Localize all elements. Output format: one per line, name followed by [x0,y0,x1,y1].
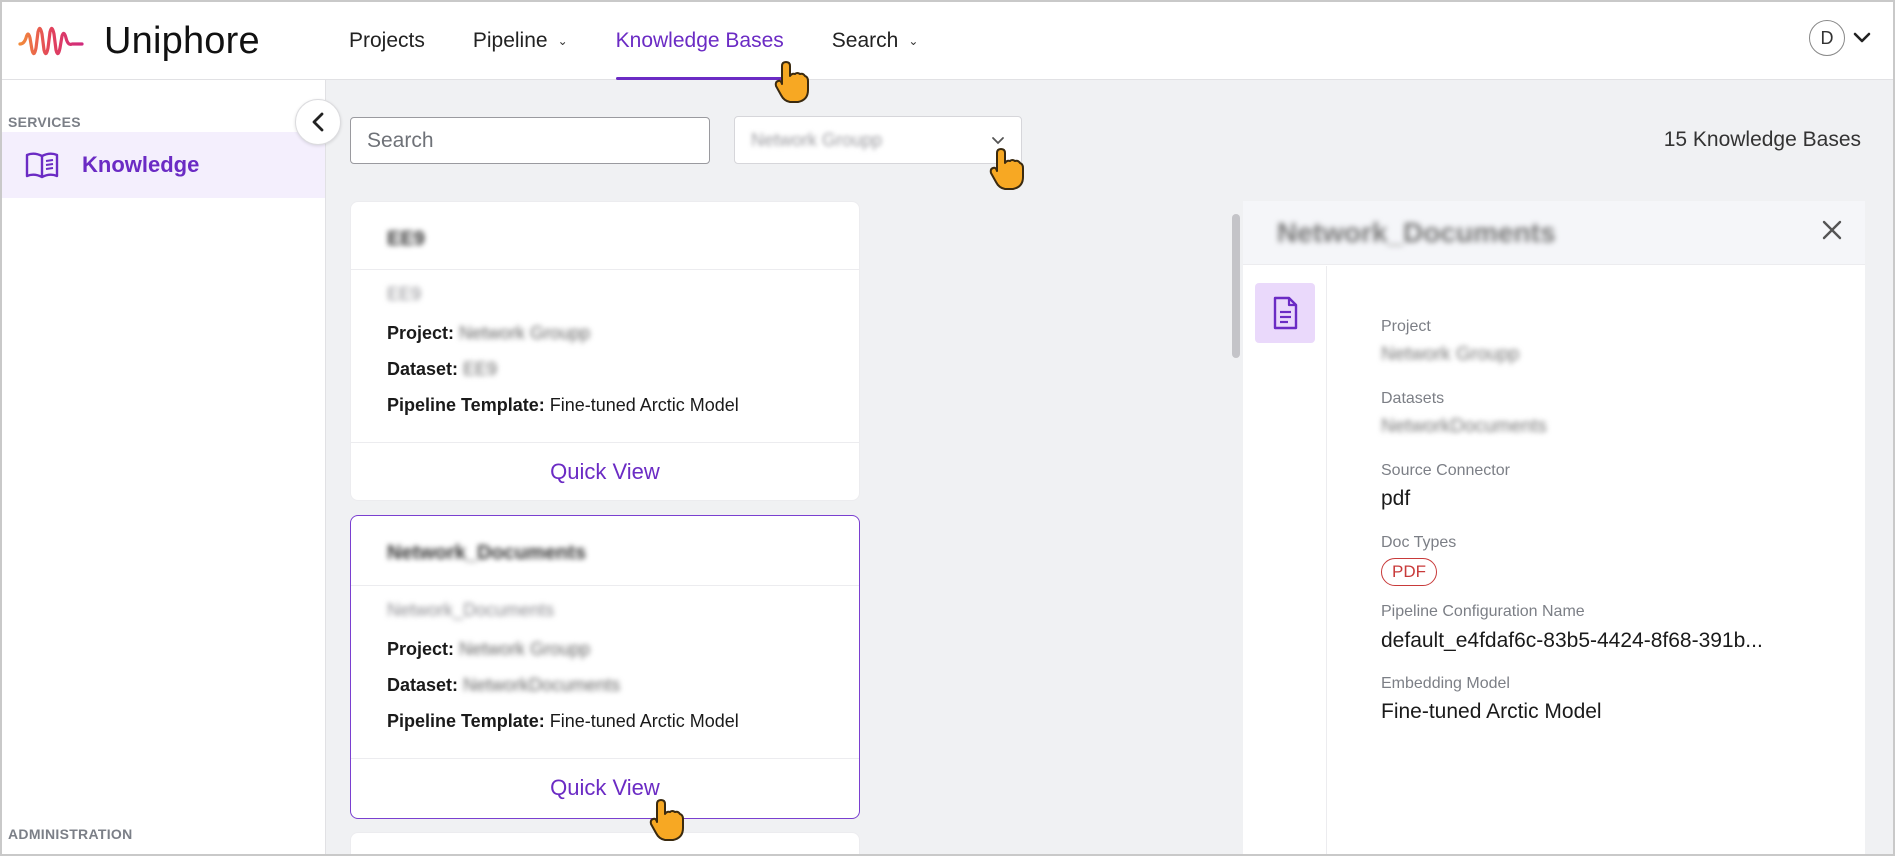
card-dataset-row: Dataset: NetworkDocuments [387,675,620,696]
chevron-left-icon [312,112,324,132]
field-label-datasets: Datasets [1381,390,1445,407]
card-template-value: Fine-tuned Arctic Model [549,711,739,731]
card-dataset-label: Dataset: [387,359,459,379]
knowledge-base-card[interactable]: Network_Documents Network_Documents Proj… [350,515,860,819]
hand-pointer-icon [989,148,1024,190]
card-project-label: Project: [387,639,455,659]
knowledge-base-count: 15 Knowledge Bases [1663,128,1861,151]
card-divider [351,269,859,270]
project-filter-select[interactable]: Network Groupp [734,116,1022,164]
nav-pipeline-label: Pipeline [472,29,548,52]
card-template-row: Pipeline Template: Fine-tuned Arctic Mod… [387,395,739,416]
card-dataset-value: EE9 [463,359,498,379]
field-value-pipeline-config: default_e4fdaf6c-83b5-4424-8f68-391b... [1381,629,1763,652]
hand-pointer-icon [774,61,809,103]
avatar[interactable]: D [1809,20,1845,56]
card-template-value: Fine-tuned Arctic Model [549,395,739,415]
sidebar-item-knowledge[interactable]: Knowledge [2,132,325,198]
knowledge-base-card[interactable]: EE9 EE9 Project: Network Groupp Dataset:… [350,201,860,501]
card-project-value: Network Groupp [459,323,591,343]
field-label-pipeline-config: Pipeline Configuration Name [1381,603,1585,620]
nav-projects-label: Projects [349,29,425,52]
card-project-value: Network Groupp [459,639,591,659]
card-divider [351,585,859,586]
main-nav: Projects Pipeline ⌄ Knowledge Bases Sear… [349,2,966,80]
field-value-embedding-model: Fine-tuned Arctic Model [1381,700,1602,723]
sidebar-section-administration: ADMINISTRATION [8,826,133,842]
chevron-down-icon: ⌄ [557,34,568,48]
logo[interactable]: Uniphore [18,20,260,63]
tab-details[interactable] [1255,283,1315,343]
field-label-doc-types: Doc Types [1381,534,1457,551]
user-menu[interactable]: D [1809,20,1871,56]
search-input[interactable] [350,117,710,164]
brand-name: Uniphore [104,20,260,62]
waveform-logo-icon [18,26,84,55]
sidebar-item-label: Knowledge [82,152,200,177]
project-filter-value: Network Groupp [751,129,883,150]
nav-search[interactable]: Search ⌄ [832,2,919,80]
card-project-row: Project: Network Groupp [387,639,590,660]
close-icon[interactable] [1821,215,1843,249]
panel-title: Network_Documents [1277,217,1556,248]
nav-projects[interactable]: Projects [349,2,425,80]
field-label-embedding-model: Embedding Model [1381,675,1510,692]
card-dataset-value: NetworkDocuments [463,675,621,695]
document-icon [1273,296,1298,330]
chevron-down-icon[interactable] [1853,28,1871,49]
card-subtitle: EE9 [387,284,422,304]
doc-type-badge: PDF [1381,558,1437,586]
field-label-source-connector: Source Connector [1381,462,1510,479]
hand-pointer-icon [649,799,684,841]
card-subtitle: Network_Documents [387,600,555,620]
card-project-label: Project: [387,323,455,343]
chevron-down-icon: ⌄ [908,34,919,48]
top-bar: Uniphore Projects Pipeline ⌄ Knowledge B… [2,2,1893,80]
card-template-label: Pipeline Template: [387,395,545,415]
card-dataset-label: Dataset: [387,675,459,695]
sidebar: SERVICES Knowledge ADMINISTRATION [2,80,326,854]
chevron-down-icon [991,133,1005,148]
app-window: Uniphore Projects Pipeline ⌄ Knowledge B… [0,0,1895,856]
nav-knowledge-bases[interactable]: Knowledge Bases [615,2,784,80]
scrollbar[interactable] [1232,214,1240,358]
quick-view-button[interactable]: Quick View [351,758,859,818]
card-project-row: Project: Network Groupp [387,323,590,344]
field-value-source-connector: pdf [1381,487,1411,510]
nav-pipeline[interactable]: Pipeline ⌄ [473,2,568,80]
card-template-row: Pipeline Template: Fine-tuned Arctic Mod… [387,711,739,732]
sidebar-section-services: SERVICES [8,114,81,130]
panel-tab-rail [1243,266,1327,854]
knowledge-base-card[interactable] [350,832,860,854]
collapse-sidebar-button[interactable] [295,99,341,145]
field-label-project: Project [1381,318,1431,335]
card-dataset-row: Dataset: EE9 [387,359,497,380]
quick-view-panel: Network_Documents Project Network Groupp… [1243,201,1865,854]
quick-view-button[interactable]: Quick View [351,442,859,502]
panel-header: Network_Documents [1243,201,1865,265]
nav-search-label: Search [831,29,899,52]
field-value-project: Network Groupp [1381,344,1520,365]
book-icon [25,152,59,179]
card-title: EE9 [387,228,425,250]
nav-knowledge-bases-label: Knowledge Bases [615,29,784,52]
card-title: Network_Documents [387,542,586,564]
card-template-label: Pipeline Template: [387,711,545,731]
field-value-datasets: NetworkDocuments [1381,416,1547,437]
